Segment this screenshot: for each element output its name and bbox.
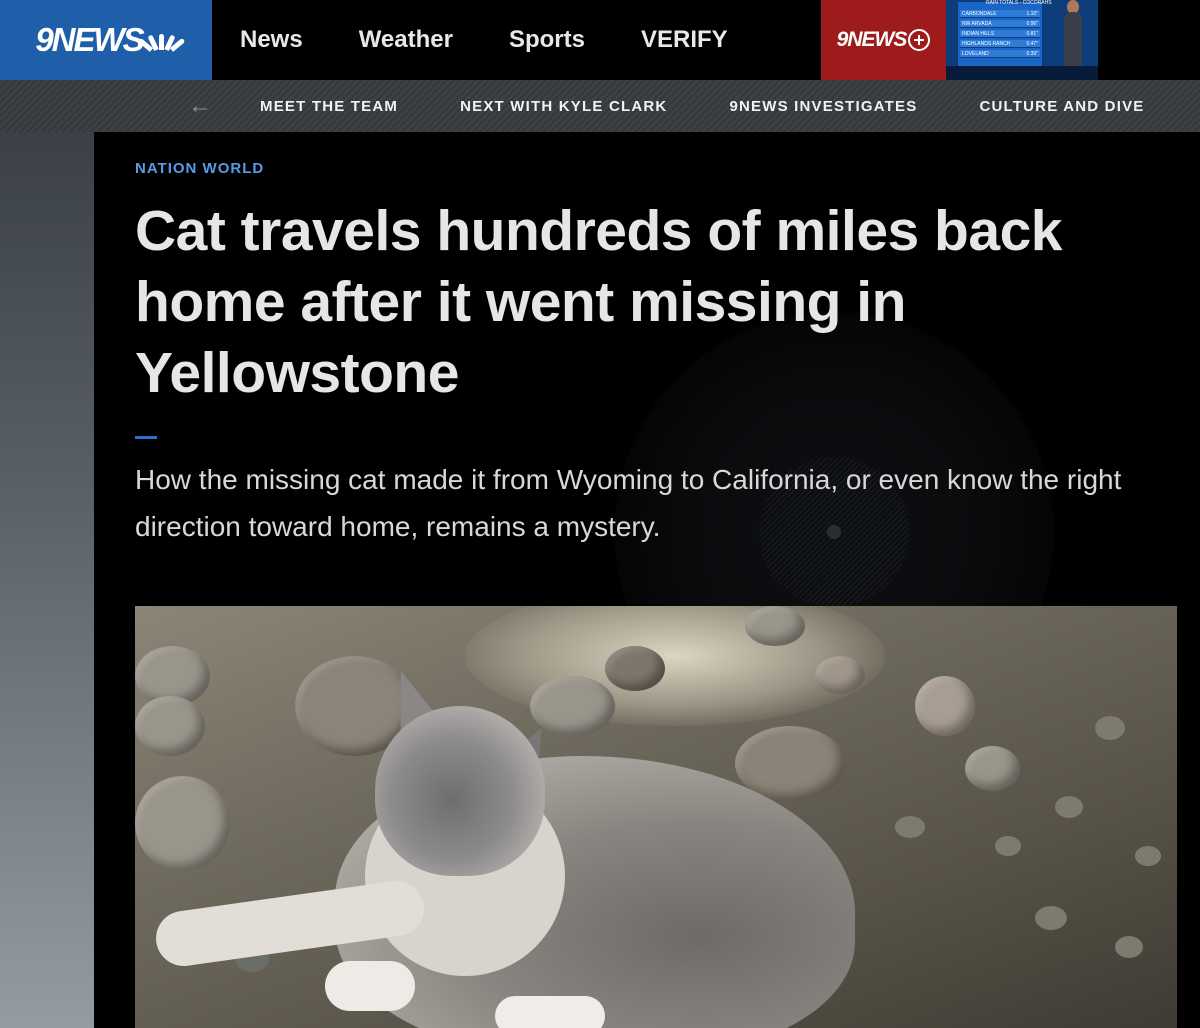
photo-pebble <box>1055 796 1083 818</box>
photo-rock <box>965 746 1020 791</box>
photo-pebble <box>895 816 925 838</box>
secondary-nav-items: MEET THE TEAM NEXT WITH KYLE CLARK 9NEWS… <box>260 80 1200 132</box>
photo-pebble <box>1095 716 1125 740</box>
article-category[interactable]: NATION WORLD <box>135 160 264 177</box>
plus-label: 9NEWS <box>836 28 908 51</box>
plus-icon <box>908 29 931 51</box>
photo-rock <box>135 776 230 871</box>
top-navigation-bar: 9NEWS News Weather Sports VERIFY 9NEWS R… <box>0 0 1200 80</box>
photo-rock <box>745 606 805 646</box>
cat-paw <box>495 996 605 1028</box>
right-background <box>1186 132 1200 1028</box>
left-background-gradient <box>0 132 94 1028</box>
secondary-navigation: ← MEET THE TEAM NEXT WITH KYLE CLARK 9NE… <box>0 80 1200 132</box>
photo-rock <box>915 676 975 736</box>
arrow-left-icon[interactable]: ← <box>188 92 212 120</box>
article-summary: How the missing cat made it from Wyoming… <box>135 464 1122 542</box>
nav-item-sports[interactable]: Sports <box>509 26 585 54</box>
nav-item-verify[interactable]: VERIFY <box>641 26 728 54</box>
subnav-item-9news-investigates[interactable]: 9NEWS INVESTIGATES <box>729 98 917 115</box>
photo-pebble <box>995 836 1021 856</box>
weather-video-thumbnail[interactable]: RAIN TOTALS - COCORAHS CARBONDALE 1.10" N… <box>946 0 1098 80</box>
cat-head <box>375 706 545 876</box>
photo-pebble <box>1135 846 1161 866</box>
photo-rock <box>135 696 205 756</box>
site-logo[interactable]: 9NEWS <box>0 0 212 80</box>
article-photo-cat[interactable] <box>135 606 1177 1028</box>
cat-paw <box>325 961 415 1011</box>
headline-divider <box>135 436 157 439</box>
rain-row: CARBONDALE 1.10" <box>960 10 1040 18</box>
photo-rock <box>530 676 615 736</box>
subnav-item-culture-and-diversity[interactable]: CULTURE AND DIVE <box>979 98 1144 115</box>
rain-totals-title: RAIN TOTALS - COCORAHS <box>986 0 1052 6</box>
article-headline: Cat travels hundreds of miles back home … <box>135 199 1062 405</box>
nav-item-weather[interactable]: Weather <box>359 26 453 54</box>
rain-row: HIGHLANDS RANCH 0.47" <box>960 40 1040 48</box>
presenter-figure <box>1064 12 1082 70</box>
rain-row: LOVELAND 0.39" <box>960 50 1040 58</box>
photo-rock <box>815 656 865 694</box>
logo-text: 9NEWS <box>35 21 144 58</box>
photo-rock <box>605 646 665 691</box>
nav-item-9news-plus[interactable]: 9NEWS <box>821 0 946 80</box>
subnav-item-meet-the-team[interactable]: MEET THE TEAM <box>260 98 398 115</box>
rain-row: INDIAN HILLS 0.81" <box>960 30 1040 38</box>
peacock-icon <box>137 30 186 52</box>
main-nav: News Weather Sports VERIFY <box>240 0 784 80</box>
thumbnail-lower-bar <box>946 66 1098 80</box>
photo-pebble <box>1115 936 1143 958</box>
photo-pebble <box>1035 906 1067 930</box>
rain-row: NW ARVADA 0.96" <box>960 20 1040 28</box>
nav-item-news[interactable]: News <box>240 26 303 54</box>
subnav-item-next-with-kyle-clark[interactable]: NEXT WITH KYLE CLARK <box>460 98 667 115</box>
